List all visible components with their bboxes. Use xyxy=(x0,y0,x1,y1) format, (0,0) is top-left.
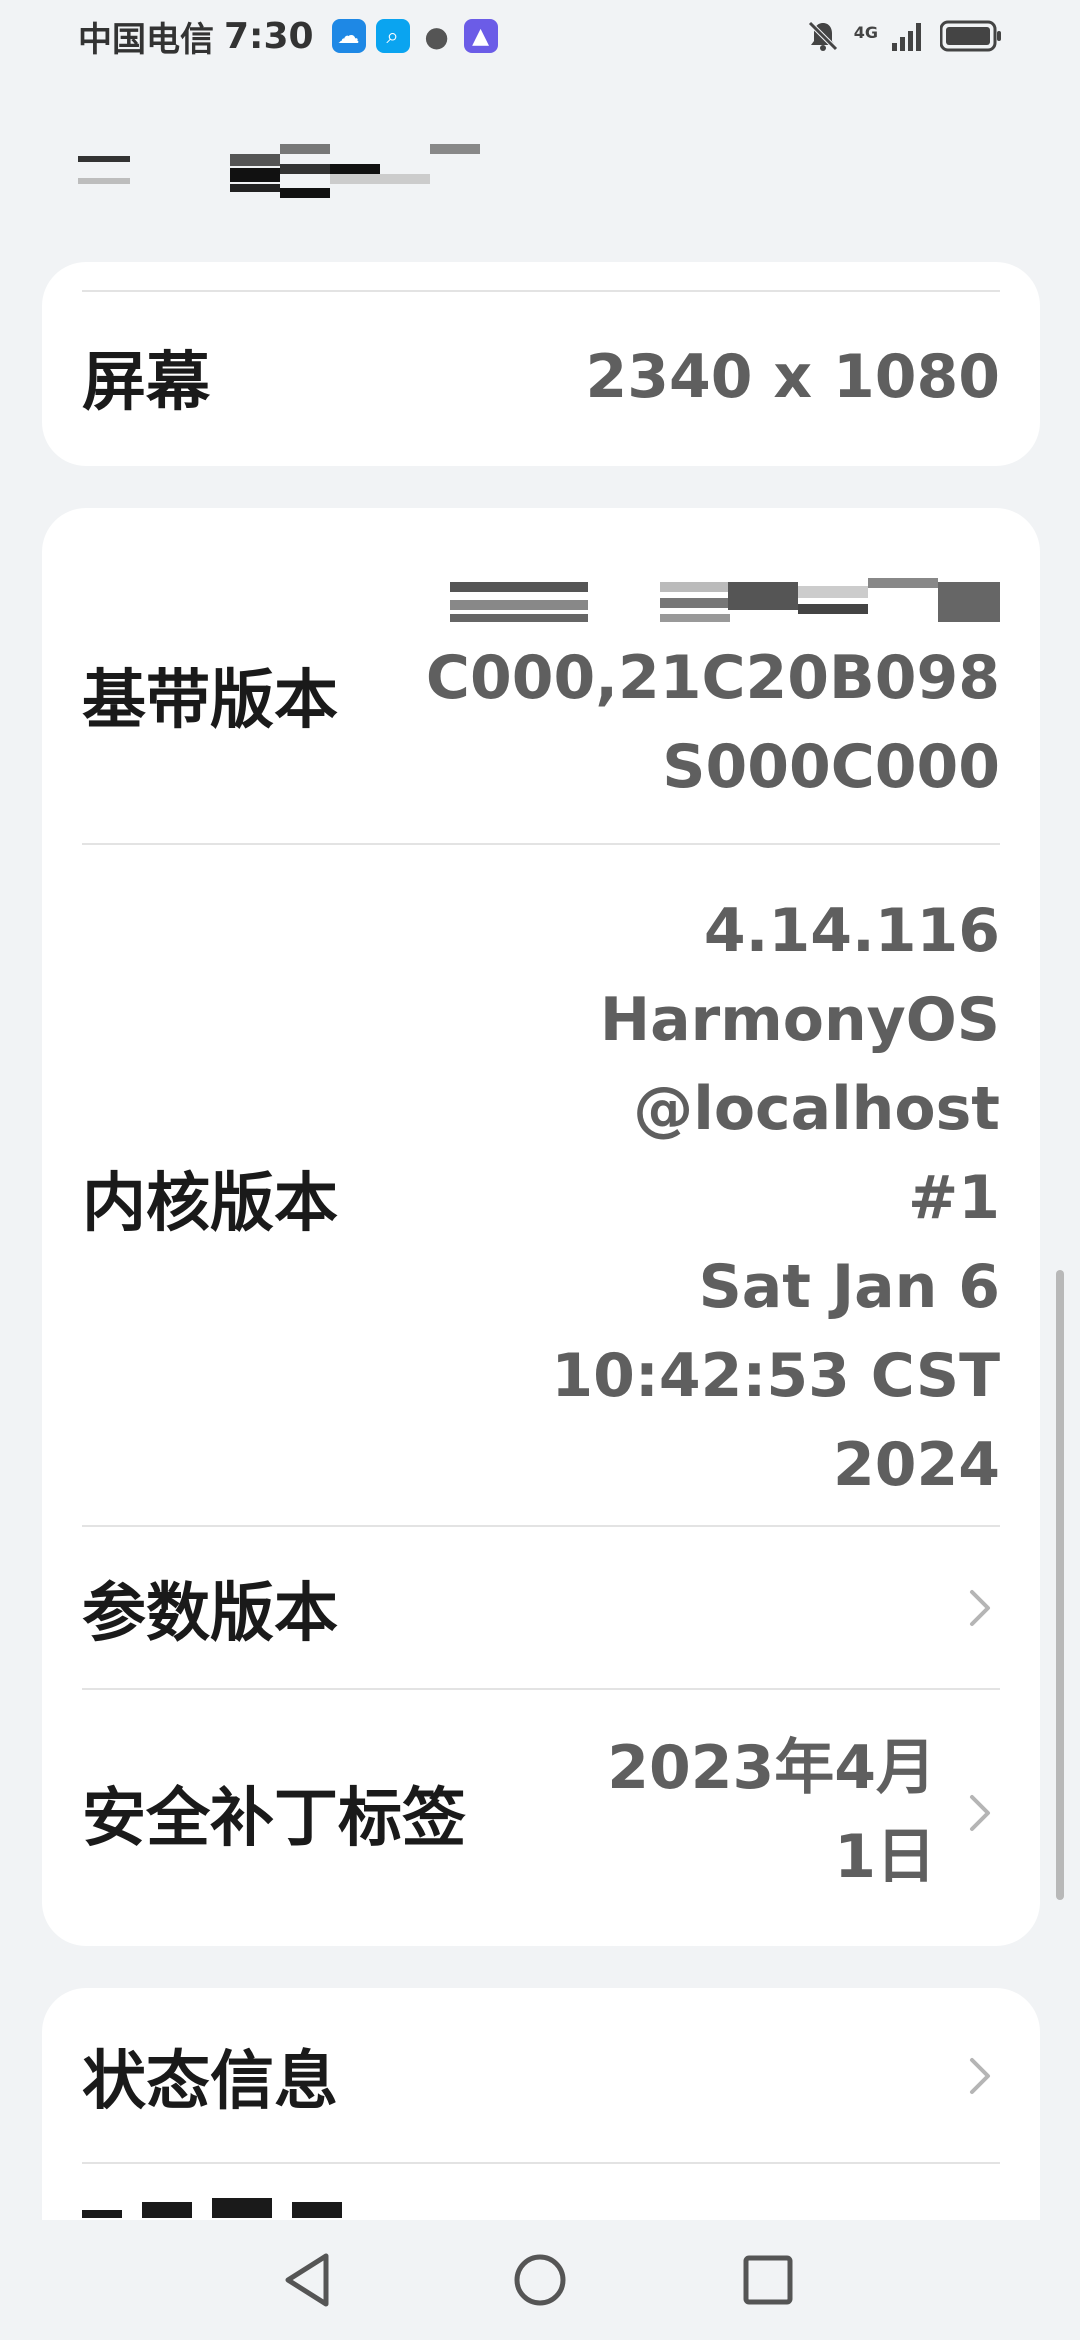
row-params[interactable]: 参数版本 xyxy=(82,1528,1000,1688)
status-bar: 中国电信 7:30 ☁ ⌕ ● ▲ 4G xyxy=(0,0,1080,72)
row-label-baseband: 基带版本 xyxy=(82,664,338,738)
row-baseband: 基带版本 C000,21C20B098 S000C000 xyxy=(82,570,1000,820)
mute-bell-icon xyxy=(807,21,838,51)
battery-icon xyxy=(940,20,1001,52)
kernel-line: #1 xyxy=(907,1162,1000,1233)
row-value-kernel: 4.14.116 HarmonyOS @localhost #1 Sat Jan… xyxy=(551,887,1000,1510)
status-time: 7:30 xyxy=(224,15,314,57)
chevron-right-icon xyxy=(970,1795,990,1831)
status-right: 4G xyxy=(806,19,1002,53)
row-value-baseband: C000,21C20B098 S000C000 xyxy=(426,578,1000,812)
kernel-line: 10:42:53 CST xyxy=(551,1340,1000,1411)
kernel-line: Sat Jan 6 xyxy=(698,1251,1000,1322)
kernel-line: 2024 xyxy=(833,1429,1000,1500)
security-patch-line: 1日 xyxy=(834,1822,936,1892)
baseband-line: C000,21C20B098 xyxy=(425,643,1000,713)
signal-icon xyxy=(892,23,921,51)
weather-app-icon: ☁ xyxy=(331,19,366,53)
card-display: 屏幕 2340 x 1080 xyxy=(42,262,1040,466)
network-type-label: 4G xyxy=(853,23,878,42)
divider xyxy=(82,290,1000,292)
card-versions: 基带版本 C000,21C20B098 S000C000 内核版本 4.14.1… xyxy=(42,508,1040,1946)
kernel-line: 4.14.116 xyxy=(703,895,1000,966)
system-nav-bar xyxy=(0,2220,1080,2340)
row-label-status-info: 状态信息 xyxy=(82,2045,338,2119)
row-status-info[interactable]: 状态信息 xyxy=(82,2008,1000,2144)
divider xyxy=(82,2162,1000,2164)
nav-back-icon[interactable] xyxy=(276,2248,340,2312)
row-label-kernel: 内核版本 xyxy=(82,1167,338,1241)
education-app-icon: ▲ xyxy=(463,19,498,53)
back-icon[interactable] xyxy=(78,148,130,192)
status-left: 中国电信 7:30 ☁ ⌕ ● ▲ xyxy=(78,12,498,61)
security-patch-line: 2023年4月 xyxy=(607,1733,936,1803)
row-value-security-patch: 2023年4月 1日 xyxy=(607,1724,936,1902)
wechat-icon: ● xyxy=(424,19,449,53)
search-app-icon: ⌕ xyxy=(375,19,410,53)
kernel-line: HarmonyOS xyxy=(599,984,1000,1055)
redacted-value-graphic xyxy=(450,578,1000,622)
divider xyxy=(82,843,1000,845)
chevron-right-icon xyxy=(970,2058,990,2094)
carrier-label: 中国电信 xyxy=(78,19,214,60)
kernel-line: @localhost xyxy=(633,1073,1000,1144)
divider xyxy=(82,1525,1000,1527)
nav-home-icon[interactable] xyxy=(508,2248,572,2312)
row-label-security-patch: 安全补丁标签 xyxy=(82,1782,466,1856)
row-label-screen: 屏幕 xyxy=(82,346,210,420)
row-label-params: 参数版本 xyxy=(82,1577,338,1651)
row-value-screen: 2340 x 1080 xyxy=(585,341,1000,412)
row-kernel: 内核版本 4.14.116 HarmonyOS @localhost #1 Sa… xyxy=(82,878,1000,1518)
divider xyxy=(82,1688,1000,1690)
row-screen: 屏幕 2340 x 1080 xyxy=(82,312,1000,442)
baseband-line: S000C000 xyxy=(662,732,1000,802)
nav-recents-icon[interactable] xyxy=(736,2248,800,2312)
header xyxy=(0,110,1080,230)
chevron-right-icon xyxy=(970,1590,990,1626)
scrollbar-thumb[interactable] xyxy=(1056,1270,1064,1900)
row-security-patch[interactable]: 安全补丁标签 2023年4月 1日 xyxy=(82,1698,1000,1928)
redacted-title-graphic xyxy=(230,144,480,198)
